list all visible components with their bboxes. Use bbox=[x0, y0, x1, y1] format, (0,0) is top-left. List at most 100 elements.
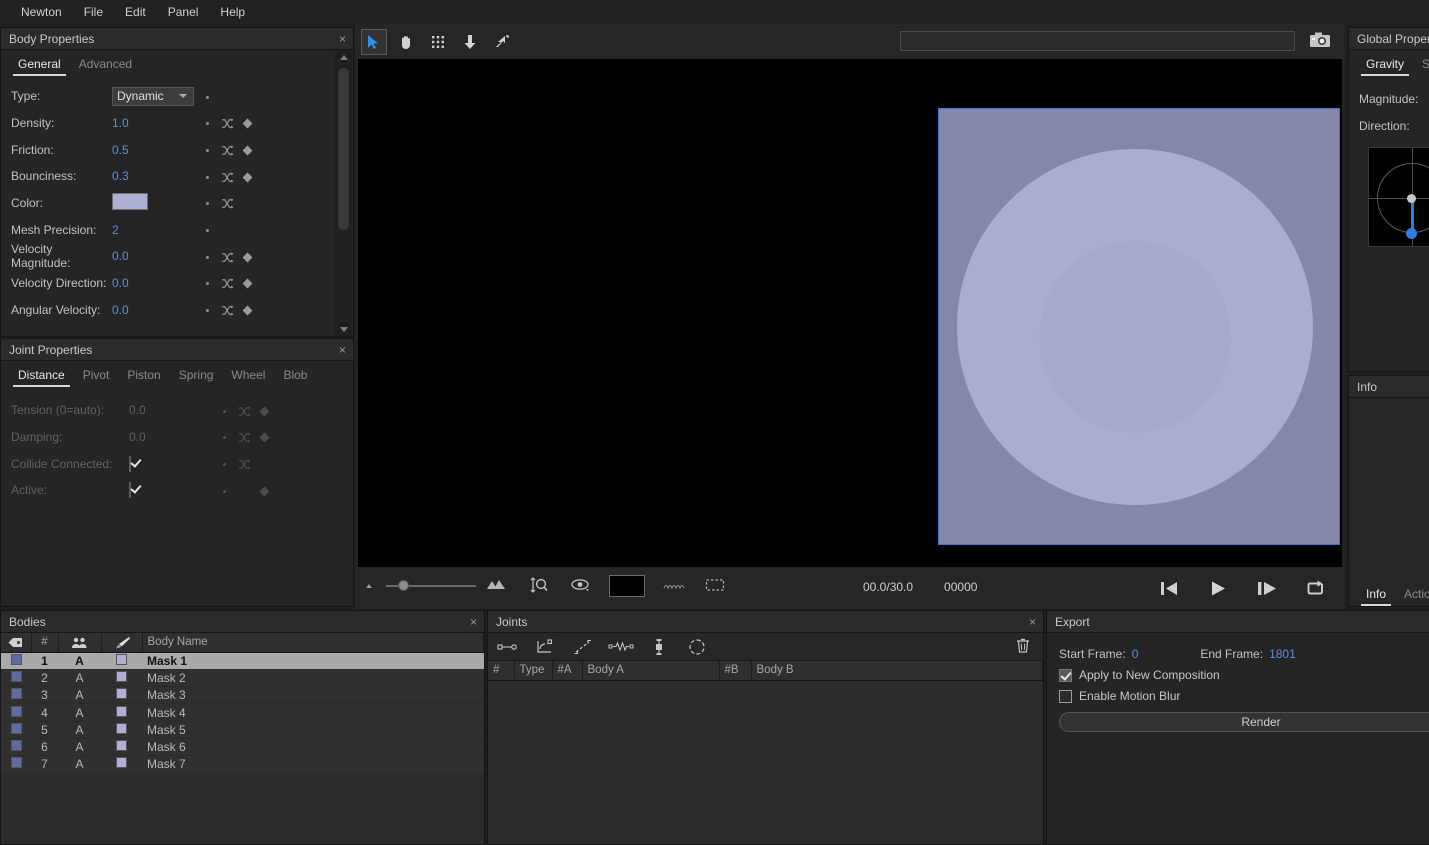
shuffle-icon[interactable] bbox=[217, 249, 237, 263]
viewer-canvas[interactable] bbox=[358, 59, 1342, 584]
tab-solver[interactable]: Solver bbox=[1413, 52, 1429, 76]
search-input[interactable] bbox=[900, 31, 1295, 51]
start-frame-value[interactable]: 0 bbox=[1132, 647, 1139, 661]
expression-dot-icon[interactable] bbox=[197, 116, 217, 130]
body-group[interactable]: A bbox=[58, 703, 101, 722]
body-name[interactable]: Mask 3 bbox=[142, 686, 484, 705]
property-value[interactable]: 0.5 bbox=[112, 143, 197, 157]
body-visibility-swatch[interactable] bbox=[1, 755, 31, 774]
keyframe-diamond-icon[interactable] bbox=[237, 116, 257, 130]
body-color-swatch[interactable] bbox=[101, 755, 142, 774]
body-color-swatch[interactable] bbox=[101, 738, 142, 757]
scroll-down-icon[interactable] bbox=[335, 322, 352, 336]
eye-icon[interactable] bbox=[571, 578, 591, 595]
body-visibility-swatch[interactable] bbox=[1, 652, 31, 670]
tab-info[interactable]: Info bbox=[1357, 582, 1395, 606]
shuffle-icon[interactable] bbox=[234, 430, 254, 444]
body-group[interactable]: A bbox=[58, 652, 101, 670]
fit-zoom-icon[interactable] bbox=[529, 576, 549, 597]
expression-dot-icon[interactable] bbox=[214, 457, 234, 471]
body-color-swatch[interactable] bbox=[101, 721, 142, 739]
shuffle-icon[interactable] bbox=[217, 143, 237, 157]
apply-new-composition-row[interactable]: Apply to New Composition bbox=[1059, 668, 1429, 682]
body-color-swatch[interactable] bbox=[101, 652, 142, 670]
tab-gravity[interactable]: Gravity bbox=[1357, 52, 1413, 76]
shuffle-icon[interactable] bbox=[217, 196, 237, 210]
body-name[interactable]: Mask 6 bbox=[142, 738, 484, 757]
column-joint-number[interactable]: # bbox=[488, 661, 515, 681]
spring-joint-button[interactable] bbox=[602, 640, 640, 653]
column-person-icon[interactable] bbox=[58, 633, 102, 653]
body-group[interactable]: A bbox=[58, 755, 101, 774]
shuffle-icon[interactable] bbox=[234, 457, 254, 471]
zoom-in-icon[interactable] bbox=[485, 579, 507, 594]
pan-hand-tool[interactable] bbox=[393, 29, 419, 55]
blob-joint-button[interactable] bbox=[678, 638, 716, 656]
column-tag-icon[interactable] bbox=[1, 633, 32, 653]
expression-dot-icon[interactable] bbox=[197, 249, 217, 263]
column-body-b[interactable]: Body B bbox=[751, 661, 1043, 681]
tab-actions-history[interactable]: Actions H bbox=[1395, 582, 1429, 606]
property-value[interactable]: 2 bbox=[112, 223, 197, 237]
body-name[interactable]: Mask 1 bbox=[142, 652, 484, 670]
property-value[interactable]: 0.3 bbox=[112, 169, 197, 183]
select-arrow-tool[interactable] bbox=[361, 28, 387, 55]
expression-dot-icon[interactable] bbox=[197, 303, 217, 317]
tab-wheel[interactable]: Wheel bbox=[222, 363, 274, 387]
column-joint-type[interactable]: Type bbox=[514, 661, 553, 681]
tab-spring[interactable]: Spring bbox=[170, 363, 223, 387]
property-value[interactable]: 0.0 bbox=[112, 303, 197, 317]
column-body-a-number[interactable]: #A bbox=[552, 661, 583, 681]
end-frame-value[interactable]: 1801 bbox=[1269, 647, 1296, 661]
tab-piston[interactable]: Piston bbox=[118, 363, 169, 387]
expression-dot-icon[interactable] bbox=[197, 223, 217, 237]
keyframe-diamond-icon[interactable] bbox=[254, 483, 274, 497]
gravity-direction-dial[interactable] bbox=[1368, 147, 1429, 248]
expression-dot-icon[interactable] bbox=[197, 169, 217, 183]
zoom-slider[interactable] bbox=[386, 579, 476, 593]
grid-tool[interactable] bbox=[425, 29, 451, 55]
drag-cursor-tool[interactable] bbox=[489, 29, 515, 55]
tab-blob[interactable]: Blob bbox=[274, 363, 316, 387]
tab-advanced[interactable]: Advanced bbox=[70, 52, 141, 76]
scroll-up-icon[interactable] bbox=[335, 50, 352, 64]
body-visibility-swatch[interactable] bbox=[1, 669, 31, 688]
menu-item-panel[interactable]: Panel bbox=[157, 0, 210, 24]
column-number[interactable]: # bbox=[31, 633, 59, 653]
property-value[interactable]: 0.0 bbox=[129, 403, 214, 417]
shuffle-icon[interactable] bbox=[217, 169, 237, 183]
loop-button[interactable] bbox=[1301, 575, 1331, 601]
property-value[interactable]: 0.0 bbox=[112, 276, 197, 290]
expression-dot-icon[interactable] bbox=[197, 196, 217, 210]
scrollbar-thumb[interactable] bbox=[338, 68, 349, 230]
close-icon[interactable]: × bbox=[470, 616, 477, 628]
enable-motion-blur-row[interactable]: Enable Motion Blur bbox=[1059, 689, 1429, 703]
table-row[interactable]: 1 A Mask 1 bbox=[1, 652, 484, 670]
property-color-swatch[interactable] bbox=[112, 193, 197, 213]
body-group[interactable]: A bbox=[58, 738, 101, 757]
table-row[interactable]: 4 A Mask 4 bbox=[1, 703, 484, 722]
gravity-arrow-tool[interactable] bbox=[457, 29, 483, 55]
zoom-out-icon[interactable] bbox=[363, 579, 377, 593]
table-row[interactable]: 5 A Mask 5 bbox=[1, 721, 484, 739]
property-value[interactable]: 0.0 bbox=[129, 430, 214, 444]
property-value[interactable]: 1.0 bbox=[112, 116, 197, 130]
keyframe-diamond-icon[interactable] bbox=[237, 303, 257, 317]
shuffle-icon[interactable] bbox=[217, 303, 237, 317]
close-icon[interactable]: × bbox=[339, 33, 346, 45]
property-checkbox[interactable] bbox=[129, 455, 214, 472]
expression-dot-icon[interactable] bbox=[197, 143, 217, 157]
step-forward-button[interactable] bbox=[1252, 575, 1282, 601]
enable-motion-blur-checkbox[interactable] bbox=[1059, 689, 1072, 703]
keyframe-diamond-icon[interactable] bbox=[237, 143, 257, 157]
column-body-b-number[interactable]: #B bbox=[719, 661, 752, 681]
body-visibility-swatch[interactable] bbox=[1, 738, 31, 757]
body-visibility-swatch[interactable] bbox=[1, 703, 31, 722]
body-visibility-swatch[interactable] bbox=[1, 721, 31, 739]
apply-new-composition-checkbox[interactable] bbox=[1059, 668, 1072, 682]
render-button[interactable]: Render bbox=[1059, 712, 1429, 732]
body-color-swatch[interactable] bbox=[101, 669, 142, 688]
body-name[interactable]: Mask 4 bbox=[142, 703, 484, 722]
close-icon[interactable]: × bbox=[1029, 616, 1036, 628]
expression-dot-icon[interactable] bbox=[197, 89, 217, 103]
